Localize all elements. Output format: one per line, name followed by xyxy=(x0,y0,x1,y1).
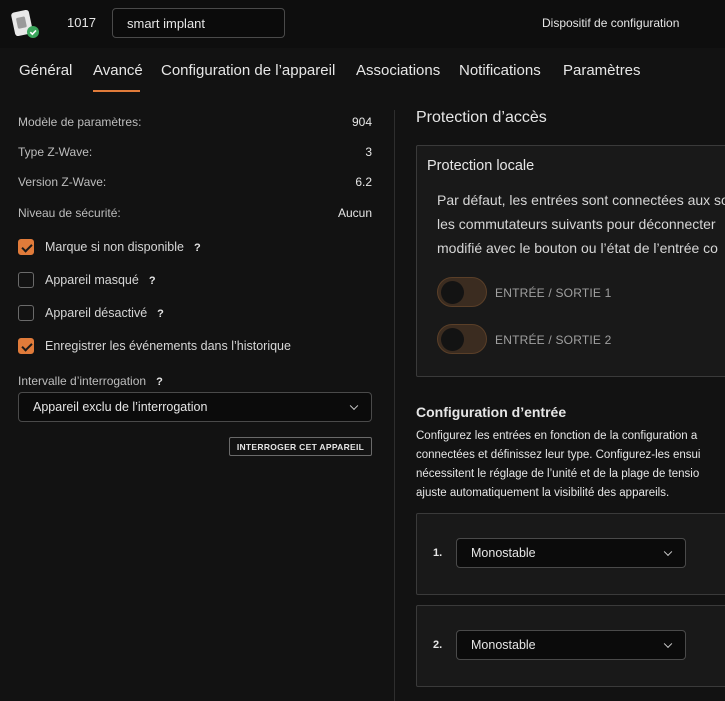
info-label: Type Z-Wave: xyxy=(18,145,93,159)
input-config-text-line: Configurez les entrées en fonction de la… xyxy=(416,430,698,442)
device-icon xyxy=(10,8,40,40)
input-index: 2. xyxy=(433,639,443,651)
tab-notifications[interactable]: Notifications xyxy=(459,62,541,79)
info-label: Niveau de sécurité: xyxy=(18,206,121,220)
input-config-title: Configuration d’entrée xyxy=(416,404,567,420)
tab-bar: Général Avancé Configuration de l’appare… xyxy=(0,48,725,96)
checkbox-label: Appareil masqué xyxy=(45,273,139,287)
checkbox-label: Marque si non disponible xyxy=(45,240,184,254)
toggle-io-1[interactable] xyxy=(437,277,487,307)
device-name-input[interactable] xyxy=(112,8,285,38)
protection-text-line: modifié avec le bouton ou l’état de l’en… xyxy=(437,240,718,256)
chevron-down-icon xyxy=(663,639,673,649)
info-value: 6.2 xyxy=(355,175,372,189)
local-protection-card: Protection locale Par défaut, les entrée… xyxy=(416,145,725,377)
checkbox-label: Appareil désactivé xyxy=(45,306,148,320)
top-bar: 1017 Dispositif de configuration xyxy=(0,0,725,48)
tab-parameters[interactable]: Paramètres xyxy=(563,62,641,79)
input-config-text-line: connectées et définissez leur type. Conf… xyxy=(416,449,701,461)
info-value: 904 xyxy=(351,115,372,129)
input-card-2: 2. Monostable xyxy=(416,605,725,687)
chevron-down-icon xyxy=(349,401,359,411)
checkbox[interactable] xyxy=(18,272,34,288)
poll-device-button[interactable]: INTERROGER CET APPAREIL xyxy=(229,437,372,456)
active-tab-indicator xyxy=(93,90,140,92)
help-icon[interactable]: ? xyxy=(194,242,201,254)
tab-associations[interactable]: Associations xyxy=(356,62,440,79)
local-protection-title: Protection locale xyxy=(427,158,535,174)
polling-interval-select[interactable]: Appareil exclu de l’interrogation xyxy=(18,392,372,422)
tab-general[interactable]: Général xyxy=(19,62,72,79)
input-index: 1. xyxy=(433,547,443,559)
info-label: Version Z-Wave: xyxy=(18,175,107,189)
toggle-io-2-label: ENTRÉE / SORTIE 2 xyxy=(495,333,612,347)
polling-select-value: Appareil exclu de l’interrogation xyxy=(33,400,208,414)
input-type-value: Monostable xyxy=(471,638,536,652)
checkbox-label: Enregistrer les événements dans l’histor… xyxy=(45,339,291,353)
protection-panel: Protection d’accès Protection locale Par… xyxy=(395,96,725,701)
device-id: 1017 xyxy=(67,15,96,30)
tab-device-configuration[interactable]: Configuration de l’appareil xyxy=(161,62,335,79)
advanced-info-panel: Modèle de paramètres: 904 Type Z-Wave: 3… xyxy=(0,96,395,701)
input-type-select-1[interactable]: Monostable xyxy=(456,538,686,568)
checkbox[interactable] xyxy=(18,305,34,321)
input-card-1: 1. Monostable xyxy=(416,513,725,595)
help-icon[interactable]: ? xyxy=(157,308,164,320)
info-value: Aucun xyxy=(337,206,372,220)
protection-text-line: Par défaut, les entrées sont connectées … xyxy=(437,192,725,208)
checkbox[interactable] xyxy=(18,239,34,255)
help-icon[interactable]: ? xyxy=(149,275,156,287)
config-title: Dispositif de configuration xyxy=(542,16,680,30)
access-protection-title: Protection d’accès xyxy=(416,109,547,126)
info-value: 3 xyxy=(365,145,372,159)
input-config-text-line: nécessitent le réglage de l’unité et de … xyxy=(416,468,700,480)
toggle-io-2[interactable] xyxy=(437,324,487,354)
tab-advanced[interactable]: Avancé xyxy=(93,62,143,79)
checkbox[interactable] xyxy=(18,338,34,354)
toggle-io-1-label: ENTRÉE / SORTIE 1 xyxy=(495,286,612,300)
input-type-value: Monostable xyxy=(471,546,536,560)
chevron-down-icon xyxy=(663,547,673,557)
info-label: Modèle de paramètres: xyxy=(18,115,142,129)
input-config-text-line: ajuste automatiquement la visibilité des… xyxy=(416,487,670,499)
input-type-select-2[interactable]: Monostable xyxy=(456,630,686,660)
polling-label: Intervalle d’interrogation xyxy=(18,374,147,388)
protection-text-line: les commutateurs suivants pour déconnect… xyxy=(437,216,716,232)
help-icon[interactable]: ? xyxy=(156,376,163,388)
